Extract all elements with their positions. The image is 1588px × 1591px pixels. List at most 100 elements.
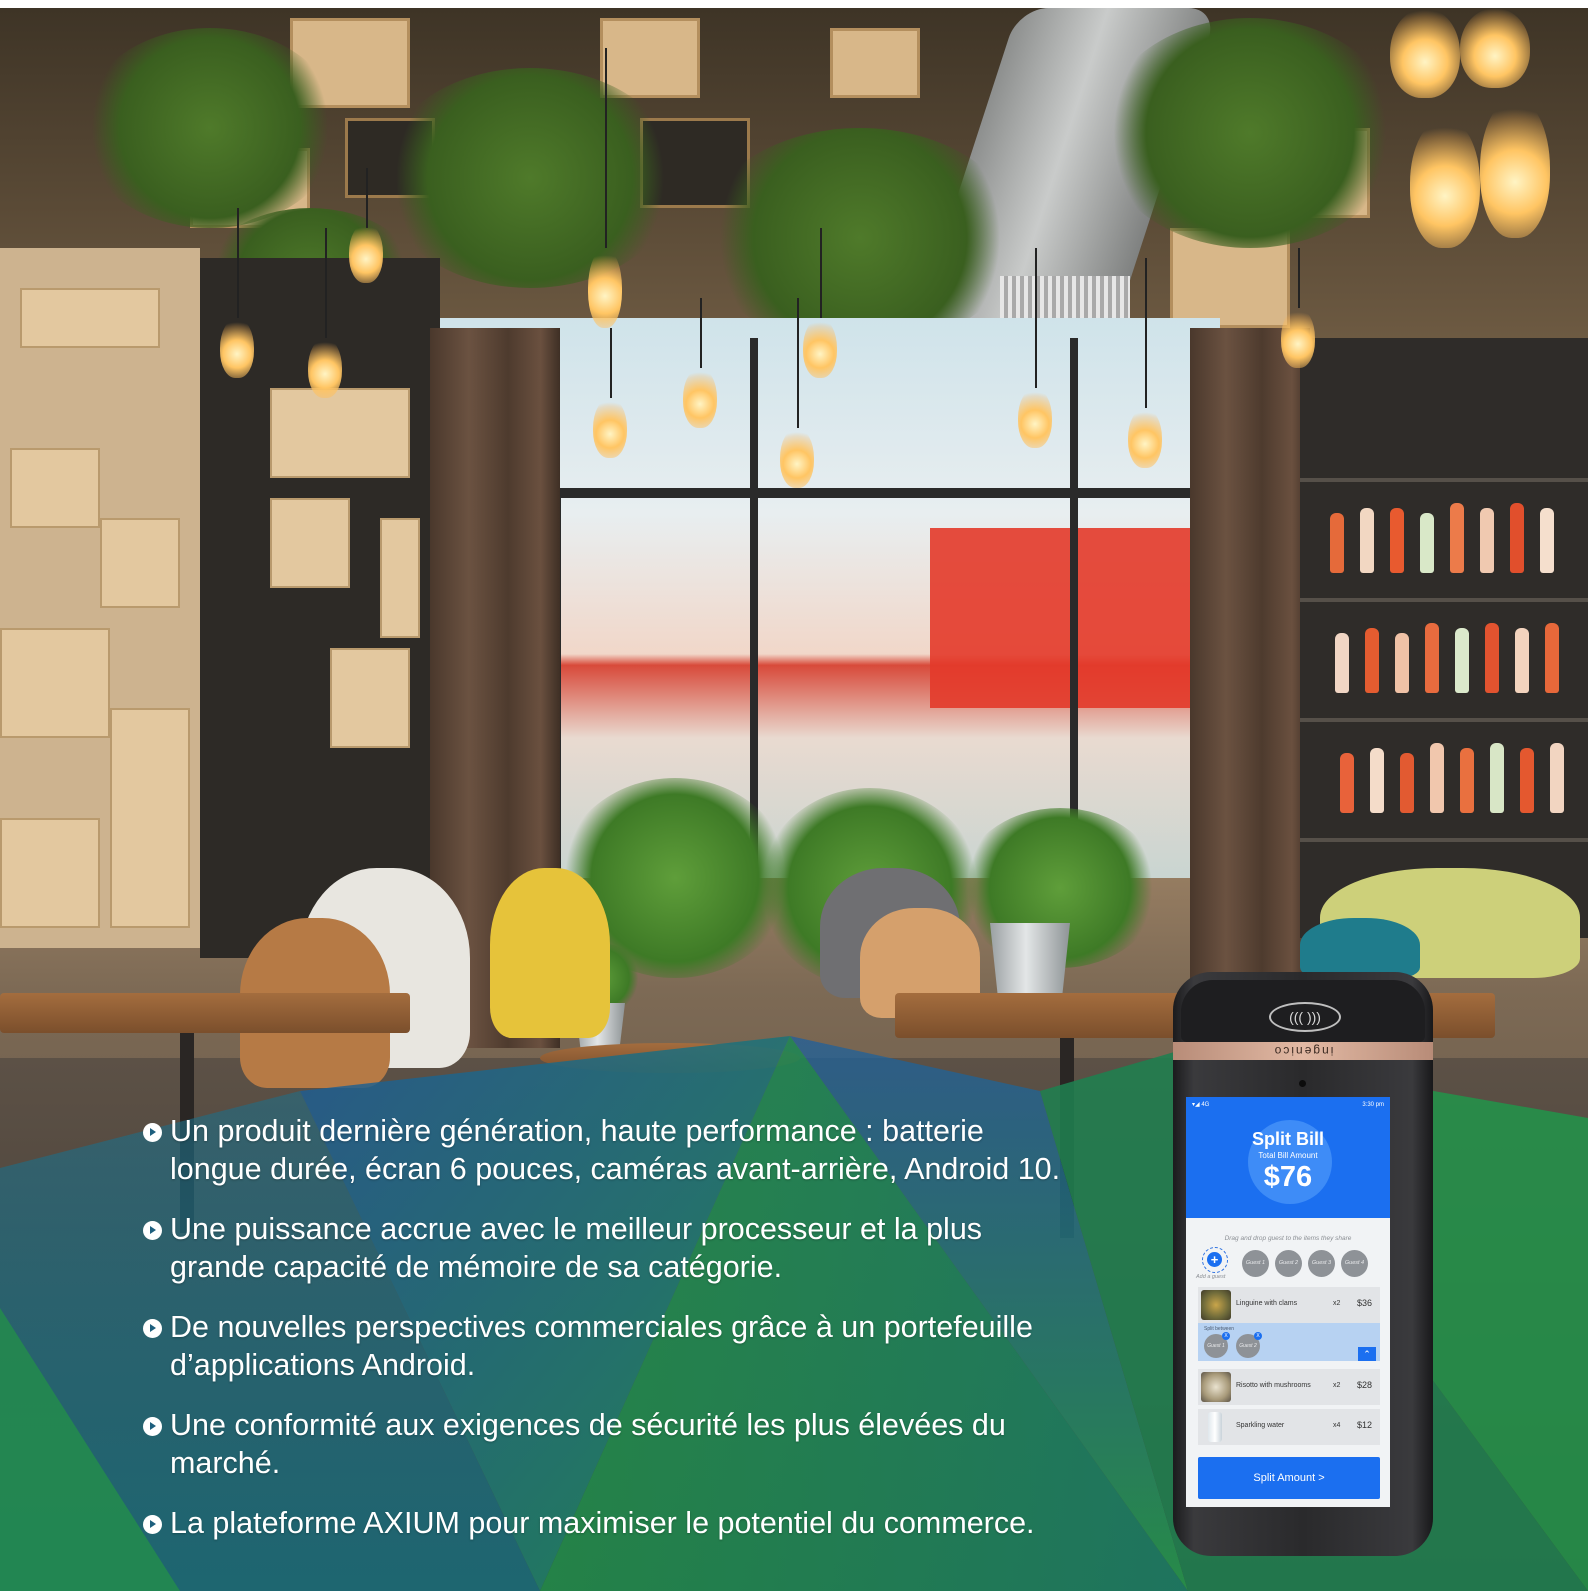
wall-crate — [110, 708, 190, 928]
bottle — [1370, 748, 1384, 813]
wall-crate — [10, 448, 100, 528]
add-guest-button[interactable] — [1202, 1247, 1228, 1273]
guest-chip-3[interactable]: Guest 3 — [1308, 1250, 1335, 1277]
feature-line: Un produit dernière génération, haute pe… — [170, 1114, 984, 1148]
bottle — [1430, 743, 1444, 813]
ceiling-crate — [600, 18, 700, 98]
shelf — [1300, 838, 1588, 842]
lamp-wire — [1298, 248, 1300, 308]
feature-line: Une puissance accrue avec le meilleur pr… — [170, 1212, 983, 1246]
shelf — [1300, 718, 1588, 722]
pendant-bulb — [1018, 388, 1052, 448]
wine-crate — [330, 648, 410, 748]
wall-crate — [20, 288, 160, 348]
bottle — [1515, 628, 1529, 693]
hanging-plants — [80, 28, 340, 228]
lamp-wire — [610, 328, 612, 398]
contactless-icon: ((( ))) — [1269, 1002, 1341, 1032]
feature-line: De nouvelles perspectives commerciales g… — [170, 1310, 1033, 1344]
item-price: $12 — [1356, 1420, 1372, 1430]
guest-chip-4[interactable]: Guest 4 — [1341, 1250, 1368, 1277]
wine-crate — [270, 388, 410, 478]
bottle — [1540, 508, 1554, 573]
bottle — [1485, 623, 1499, 693]
lamp-wire — [797, 298, 799, 428]
window-frame — [750, 338, 758, 878]
feature-item: Une puissance accrue avec le meilleur pr… — [143, 1210, 1183, 1286]
bill-item-sparkling-water[interactable]: Sparkling water x4 $12 — [1198, 1409, 1380, 1445]
food-thumbnail — [1201, 1372, 1231, 1402]
lamp-wire — [700, 298, 702, 368]
pendant-bulb — [683, 368, 717, 428]
bottle — [1330, 513, 1344, 573]
pendant-bulb — [220, 318, 254, 378]
lamp-wire — [237, 208, 239, 318]
food-thumbnail — [1201, 1290, 1231, 1320]
feature-line: Une conformité aux exigences de sécurité… — [170, 1408, 1006, 1442]
pendant-bulb — [1281, 308, 1315, 368]
front-camera — [1299, 1080, 1306, 1087]
hanging-plants — [380, 68, 680, 288]
item-qty: x2 — [1333, 1300, 1341, 1307]
item-name: Sparkling water — [1236, 1422, 1285, 1429]
arrow-circle-icon — [143, 1319, 162, 1338]
shelf — [1300, 598, 1588, 602]
feature-item: Un produit dernière génération, haute pe… — [143, 1112, 1183, 1188]
feature-item: Une conformité aux exigences de sécurité… — [143, 1406, 1183, 1482]
bill-item-risotto[interactable]: Risotto with mushrooms x2 $28 — [1198, 1369, 1380, 1405]
arrow-circle-icon — [143, 1417, 162, 1436]
total-label: Total Bill Amount — [1258, 1151, 1318, 1160]
arrow-circle-icon — [143, 1123, 162, 1142]
red-sign — [930, 528, 1190, 708]
lamp-wire — [820, 228, 822, 318]
bottle — [1420, 513, 1434, 573]
feature-line: longue durée, écran 6 pouces, caméras av… — [170, 1152, 1061, 1186]
bottle — [1450, 503, 1464, 573]
item-name: Risotto with mushrooms — [1236, 1382, 1311, 1389]
wall-crate — [0, 628, 110, 738]
bill-item-linguine[interactable]: Linguine with clams x2 $36 — [1198, 1287, 1380, 1323]
hanging-plants — [700, 128, 1020, 348]
remove-guest-icon[interactable]: X — [1222, 1332, 1230, 1340]
wine-crate — [270, 498, 350, 588]
bottle — [1390, 508, 1404, 573]
hanging-plants — [1100, 18, 1400, 248]
guest-chip-2[interactable]: Guest 2 — [1275, 1250, 1302, 1277]
feature-line: marché. — [170, 1446, 281, 1480]
pendant-bulb — [803, 318, 837, 378]
feature-list: Un produit dernière génération, haute pe… — [143, 1112, 1183, 1564]
bottle — [1545, 623, 1559, 693]
pendant-bulb — [1480, 98, 1550, 238]
yellow-chair — [490, 868, 610, 1038]
payment-terminal: ((( ))) ingenico ▾◢ 4G 3:30 pm Split Bil… — [1173, 972, 1433, 1556]
bottle — [1425, 623, 1439, 693]
bottle — [1510, 503, 1524, 573]
app-header: Split Bill Total Bill Amount $76 — [1186, 1113, 1390, 1218]
window-frame — [440, 488, 1300, 498]
wall-crate — [100, 518, 180, 608]
brand-strip: ingenico — [1173, 1042, 1433, 1060]
feature-item: La plateforme AXIUM pour maximiser le po… — [143, 1504, 1183, 1542]
item-qty: x2 — [1333, 1382, 1341, 1389]
terminal-top: ((( ))) — [1181, 980, 1425, 1042]
pendant-bulb — [1460, 8, 1530, 88]
wine-crate — [380, 518, 420, 638]
bottle — [1395, 633, 1409, 693]
remove-guest-icon[interactable]: X — [1254, 1332, 1262, 1340]
ceiling-crate — [830, 28, 920, 98]
bottle — [1460, 748, 1474, 813]
pendant-bulb — [308, 338, 342, 398]
app-title: Split Bill — [1252, 1129, 1324, 1149]
wall-crate — [0, 818, 100, 928]
chevron-up-icon[interactable]: ⌃ — [1358, 1347, 1376, 1361]
shelf — [1300, 478, 1588, 482]
bottle-thumbnail — [1208, 1412, 1222, 1442]
lamp-wire — [1035, 248, 1037, 388]
drag-hint: Drag and drop guest to the items they sh… — [1224, 1235, 1352, 1242]
guest-chip-1[interactable]: Guest 1 — [1242, 1250, 1269, 1277]
window-frame — [1070, 338, 1078, 878]
feature-line: d’applications Android. — [170, 1348, 476, 1382]
split-amount-button[interactable]: Split Amount > — [1198, 1457, 1380, 1499]
bottle — [1340, 753, 1354, 813]
bottle — [1480, 508, 1494, 573]
